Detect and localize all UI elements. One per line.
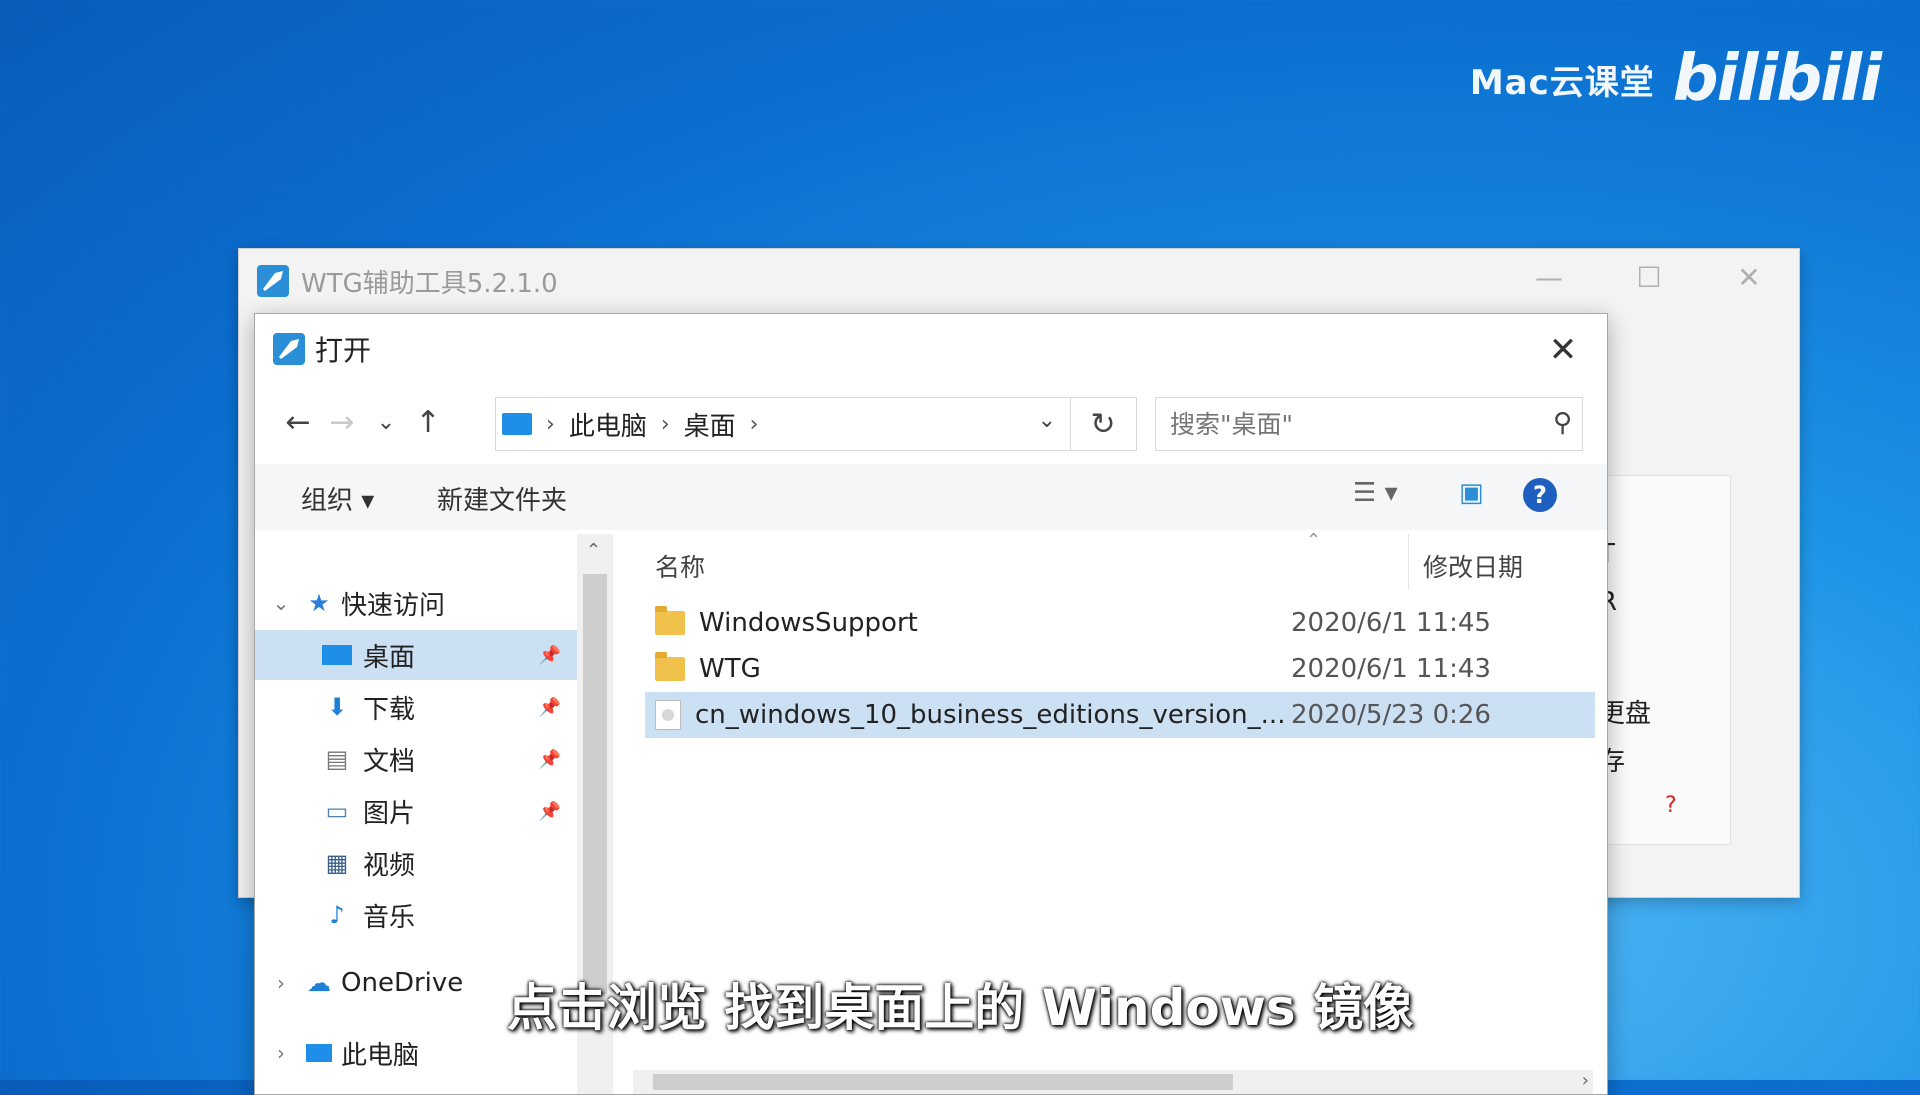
up-button[interactable]: ↑ [407,399,449,445]
document-icon: ▤ [325,745,349,773]
pin-icon[interactable]: 📌 [539,749,561,770]
search-input[interactable] [1168,408,1532,440]
chevron-right-icon[interactable]: › [269,1041,293,1065]
breadcrumb-this-pc[interactable]: 此电脑 [569,406,647,443]
sidebar-item-documents[interactable]: ▤ 文档 📌 [255,734,577,784]
refresh-button[interactable]: ↻ [1070,397,1137,451]
sidebar-item-videos[interactable]: ▦ 视频 [255,838,577,888]
wtg-options-panel [1594,475,1731,845]
file-date: 2020/5/23 0:26 [1291,700,1491,730]
video-subtitle: 点击浏览 找到桌面上的 Windows 镜像 [506,979,1414,1037]
chevron-down-icon[interactable]: ⌄ [1038,408,1056,433]
sidebar-label: 图片 [363,798,416,829]
maximize-button[interactable]: ☐ [1599,249,1699,305]
sidebar-label: 下载 [363,694,416,725]
dialog-titlebar: 打开 [255,314,1607,384]
minimize-button[interactable]: — [1499,249,1599,305]
sidebar-label: 此电脑 [341,1040,420,1071]
rocket-app-icon [273,333,305,365]
scrollbar-thumb[interactable] [583,574,607,994]
back-button[interactable]: ← [277,399,319,445]
file-row[interactable]: WindowsSupport 2020/6/1 11:45 [645,600,1595,646]
pin-icon[interactable]: 📌 [539,645,561,666]
file-row-selected[interactable]: cn_windows_10_business_editions_version_… [645,692,1595,738]
search-box[interactable]: ⚲ [1155,397,1583,451]
dialog-title: 打开 [315,334,372,367]
file-name: WTG [699,654,761,684]
folder-icon [655,652,685,681]
sidebar-label: 快速访问 [341,590,446,621]
column-divider[interactable] [1408,534,1409,590]
chevron-right-icon: › [546,411,555,437]
video-icon: ▦ [325,849,349,877]
rocket-app-icon [257,265,289,297]
horizontal-scrollbar[interactable]: › [633,1070,1593,1094]
help-icon[interactable]: ? [1523,478,1557,512]
organize-menu[interactable]: 组织 ▾ [301,480,374,517]
computer-icon [502,413,532,435]
navigation-bar: ← → ⌄ ↑ › 此电脑 › 桌面 › ⌄ ↻ ⚲ [255,389,1607,459]
scroll-right-icon[interactable]: › [1582,1070,1589,1091]
view-options-icon[interactable]: ☰ ▾ [1353,478,1398,508]
wtg-window-title: WTG辅助工具5.2.1.0 [301,268,558,299]
chevron-right-icon[interactable]: › [661,412,670,437]
forward-button[interactable]: → [321,399,363,445]
address-bar[interactable]: › 此电脑 › 桌面 › ⌄ [495,397,1071,451]
pin-icon[interactable]: 📌 [539,801,561,822]
desktop-icon [321,641,353,669]
close-button[interactable]: ✕ [1699,249,1799,305]
bilibili-logo: bilibili [1672,42,1882,116]
pin-icon[interactable]: 📌 [539,697,561,718]
chevron-right-icon[interactable]: › [750,412,759,437]
computer-icon [303,1039,335,1067]
sidebar-label: 音乐 [363,902,416,933]
watermark: Mac云课堂 bilibili [1469,42,1882,116]
music-note-icon: ♪ [329,901,345,929]
dialog-close-button[interactable]: ✕ [1539,326,1587,374]
column-header-date[interactable]: 修改日期 [1423,548,1523,584]
watermark-text: Mac云课堂 [1469,62,1655,103]
new-folder-button[interactable]: 新建文件夹 [437,480,567,517]
chevron-down-icon[interactable]: ⌄ [269,591,293,615]
file-date: 2020/6/1 11:45 [1291,608,1491,638]
help-link[interactable]: ? [1665,793,1677,818]
sidebar-label: 桌面 [363,642,416,673]
file-name: cn_windows_10_business_editions_version_… [695,700,1286,730]
disc-image-icon [655,700,681,730]
search-icon[interactable]: ⚲ [1553,408,1572,438]
sidebar-label: 文档 [363,746,416,777]
recent-locations-button[interactable]: ⌄ [365,399,407,445]
star-icon: ★ [308,589,330,617]
scroll-up-icon[interactable]: ⌃ [586,540,601,561]
column-header-name[interactable]: 名称 [655,548,705,584]
sidebar-quick-access[interactable]: ⌄ ★ 快速访问 [255,578,577,628]
scrollbar-thumb[interactable] [653,1074,1233,1090]
breadcrumb-desktop[interactable]: 桌面 [684,406,736,443]
download-arrow-icon: ⬇ [326,693,348,721]
command-toolbar: 组织 ▾ 新建文件夹 ☰ ▾ ▣ ? [255,464,1607,530]
file-date: 2020/6/1 11:43 [1291,654,1491,684]
sort-ascending-icon: ⌃ [1306,530,1322,551]
preview-pane-icon[interactable]: ▣ [1459,478,1484,508]
file-name: WindowsSupport [699,608,918,638]
sidebar-item-downloads[interactable]: ⬇ 下载 📌 [255,682,577,732]
sidebar-item-pictures[interactable]: ▭ 图片 📌 [255,786,577,836]
file-row[interactable]: WTG 2020/6/1 11:43 [645,646,1595,692]
sidebar-item-music[interactable]: ♪ 音乐 [255,890,577,940]
sidebar-label: 视频 [363,850,416,881]
picture-icon: ▭ [325,797,349,825]
sidebar-item-desktop[interactable]: 桌面 📌 [255,630,577,680]
wtg-window-controls: — ☐ ✕ [1499,249,1799,305]
folder-icon [655,606,685,635]
